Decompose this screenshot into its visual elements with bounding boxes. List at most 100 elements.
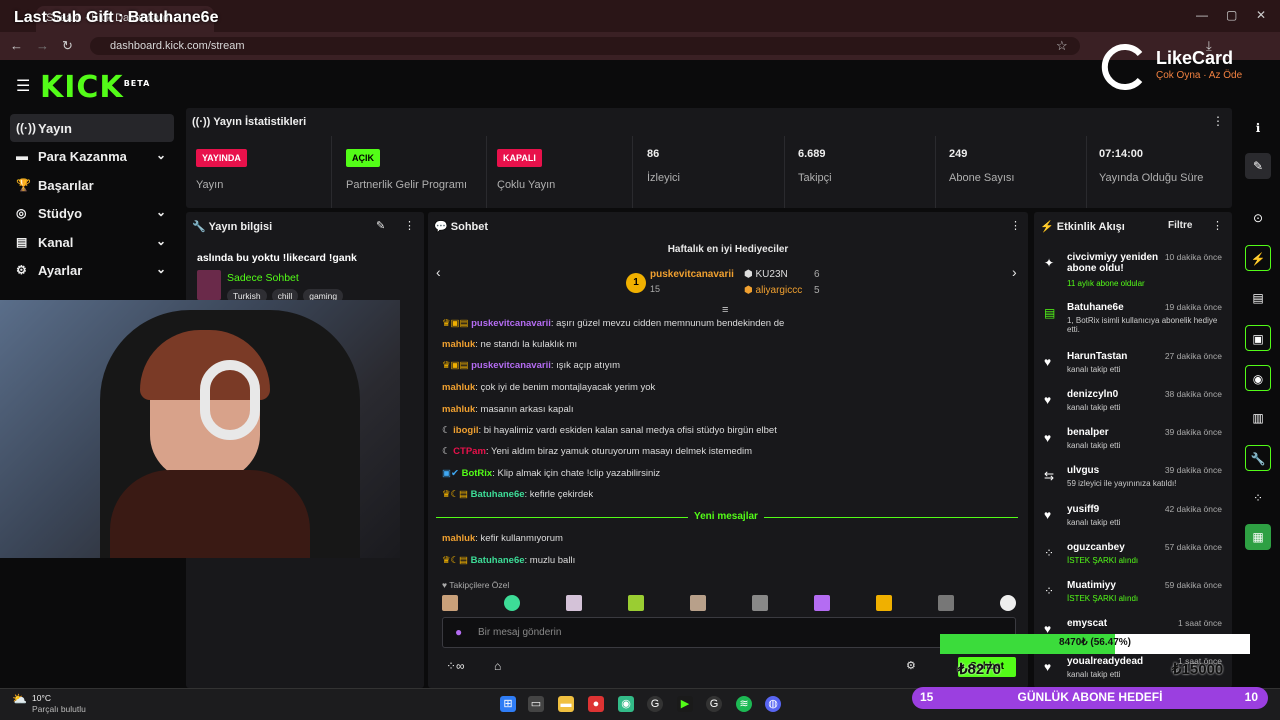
emote[interactable] — [1000, 595, 1016, 611]
close-window-icon[interactable]: ✕ — [1256, 8, 1266, 22]
chat-username[interactable]: mahluk — [442, 533, 475, 544]
more-options-icon[interactable]: ⋮ — [1010, 219, 1021, 232]
event-name[interactable]: emyscat — [1067, 618, 1177, 629]
broadcast-icon[interactable]: ◉ — [1245, 365, 1271, 391]
clip-icon[interactable]: ▦ — [1245, 524, 1271, 550]
discord-icon[interactable]: ◍ — [765, 696, 781, 712]
event-name[interactable]: benalper — [1067, 427, 1177, 438]
donation-progress-text: 8470₺ (56.47%) — [1059, 637, 1131, 648]
back-icon[interactable]: ← — [10, 38, 23, 53]
spotify-icon[interactable]: ≋ — [736, 696, 752, 712]
more-options-icon[interactable]: ⋮ — [1212, 114, 1224, 128]
event-desc: 11 aylık abone oldular — [1067, 279, 1145, 288]
folder-icon[interactable]: ▬ — [558, 696, 574, 712]
sidebar-item-studyo[interactable]: ◎ Stüdyo ⌄ — [10, 199, 174, 227]
address-bar[interactable]: dashboard.kick.com/stream — [90, 37, 1080, 55]
chat-username[interactable]: CTPam — [453, 446, 486, 457]
filter-button[interactable]: Filtre — [1168, 220, 1192, 231]
event-desc: kanalı takip etti — [1067, 365, 1121, 374]
chrome-icon[interactable]: ◉ — [618, 696, 634, 712]
chat-username[interactable]: Batuhane6e — [471, 555, 525, 566]
sidebar-item-ayarlar[interactable]: ⚙ Ayarlar ⌄ — [10, 256, 174, 284]
chat-icon: 💬 — [434, 221, 451, 233]
store-icon[interactable]: ⌂ — [494, 659, 501, 673]
bookmark-star-icon[interactable]: ☆ — [1056, 38, 1068, 54]
reload-icon[interactable]: ↻ — [62, 38, 73, 54]
chat-input[interactable]: ● Bir mesaj gönderin — [442, 617, 1016, 648]
sidebar-item-yayin[interactable]: ((·)) Yayın — [10, 114, 174, 142]
lightning-icon[interactable]: ⚡ — [1245, 245, 1271, 271]
emote[interactable] — [752, 595, 768, 611]
event-name[interactable]: HarunTastan — [1067, 351, 1177, 362]
event-name[interactable]: youalreadydead — [1067, 656, 1177, 667]
stream-category[interactable]: Sadece Sohbet — [227, 272, 299, 284]
maximize-icon[interactable]: ▢ — [1226, 8, 1237, 22]
emote[interactable] — [690, 595, 706, 611]
menu-icon[interactable]: ☰ — [16, 76, 30, 96]
chevron-left-icon[interactable]: ‹ — [436, 264, 441, 280]
emote[interactable] — [814, 595, 830, 611]
more-options-icon[interactable]: ⋮ — [1212, 219, 1223, 232]
emote[interactable] — [876, 595, 892, 611]
emote[interactable] — [442, 595, 458, 611]
emote[interactable] — [628, 595, 644, 611]
chat-username[interactable]: mahluk — [442, 382, 475, 393]
chat-username[interactable]: BotRix — [462, 468, 493, 479]
moderation-icon[interactable]: ▥ — [1245, 405, 1271, 431]
emote[interactable] — [504, 595, 520, 611]
gifter-name[interactable]: ⬢ KU23N — [744, 269, 788, 280]
emote[interactable] — [566, 595, 582, 611]
weather-temp[interactable]: 10°C — [32, 693, 51, 703]
chat-icon[interactable]: ▣ — [1245, 325, 1271, 351]
info-icon[interactable]: ℹ — [1245, 115, 1271, 141]
chat-message: ♛▣▤ puskevitcanavarii: aşırı güzel mevzu… — [442, 318, 784, 329]
taskview-icon[interactable]: ▭ — [528, 696, 544, 712]
chevron-right-icon[interactable]: › — [1012, 264, 1017, 280]
gifter-name[interactable]: puskevitcanavarii — [650, 269, 734, 280]
event-item: ✦ civcivmiyy yeniden abone oldu! 10 dakika… — [1040, 252, 1228, 290]
chat-username[interactable]: puskevitcanavarii — [471, 318, 551, 329]
points-icon[interactable]: ⁘ — [1245, 485, 1271, 511]
event-name[interactable]: Muatimiyy — [1067, 580, 1177, 591]
sidebar-item-basarilar[interactable]: 🏆 Başarılar — [10, 171, 174, 199]
sidebar-item-label: Para Kazanma — [38, 149, 127, 164]
chat-username[interactable]: Batuhane6e — [471, 489, 525, 500]
minimize-icon[interactable]: — — [1196, 8, 1208, 22]
chat-username[interactable]: mahluk — [442, 404, 475, 415]
stat-coklu-yayin: KAPALI Çoklu Yayın — [487, 136, 633, 208]
sidebar-item-para-kazanma[interactable]: ▬ Para Kazanma ⌄ — [10, 142, 174, 170]
microphone-icon[interactable]: ● — [455, 625, 462, 639]
event-name[interactable]: ulvgus — [1067, 465, 1177, 476]
chat-username[interactable]: mahluk — [442, 339, 475, 350]
moon-icon: ☾ — [442, 425, 454, 436]
forward-icon[interactable]: → — [36, 38, 49, 53]
chat-username[interactable]: puskevitcanavarii — [471, 360, 551, 371]
wrench-icon[interactable]: 🔧 — [1245, 445, 1271, 471]
more-options-icon[interactable]: ⋮ — [404, 219, 415, 232]
event-time: 42 dakika önce — [1164, 504, 1222, 514]
document-icon[interactable]: ▤ — [1245, 285, 1271, 311]
chat-message: ♛☾▤ Batuhane6e: muzlu ballı — [442, 555, 575, 566]
kick-app-icon[interactable]: ▶ — [677, 696, 693, 712]
event-name[interactable]: denizcyln0 — [1067, 389, 1177, 400]
sidebar-item-kanal[interactable]: ▤ Kanal ⌄ — [10, 228, 174, 256]
points-icon[interactable]: ⁘∞ — [446, 659, 465, 673]
event-name[interactable]: oguzcanbey — [1067, 542, 1177, 553]
edit-icon[interactable]: ✎ — [376, 219, 385, 232]
settings-icon[interactable]: ⚙ — [906, 659, 916, 672]
emote[interactable] — [938, 595, 954, 611]
event-name[interactable]: civcivmiyy yeniden abone oldu! — [1067, 252, 1177, 274]
gifter-name[interactable]: ⬢ aliyargiccc — [744, 285, 802, 296]
app-icon[interactable]: G — [706, 696, 722, 712]
app-icon[interactable]: ● — [588, 696, 604, 712]
event-name[interactable]: Batuhane6e — [1067, 302, 1177, 313]
target-icon[interactable]: ⊙ — [1245, 205, 1271, 231]
event-desc: kanalı takip etti — [1067, 518, 1121, 527]
category-thumbnail[interactable] — [197, 270, 221, 300]
edit-icon[interactable]: ✎ — [1245, 153, 1271, 179]
chat-username[interactable]: ibogil — [453, 425, 478, 436]
collapse-icon[interactable]: ≡ — [722, 304, 728, 316]
app-icon[interactable]: G — [647, 696, 663, 712]
event-name[interactable]: yusiff9 — [1067, 504, 1177, 515]
start-icon[interactable]: ⊞ — [500, 696, 516, 712]
